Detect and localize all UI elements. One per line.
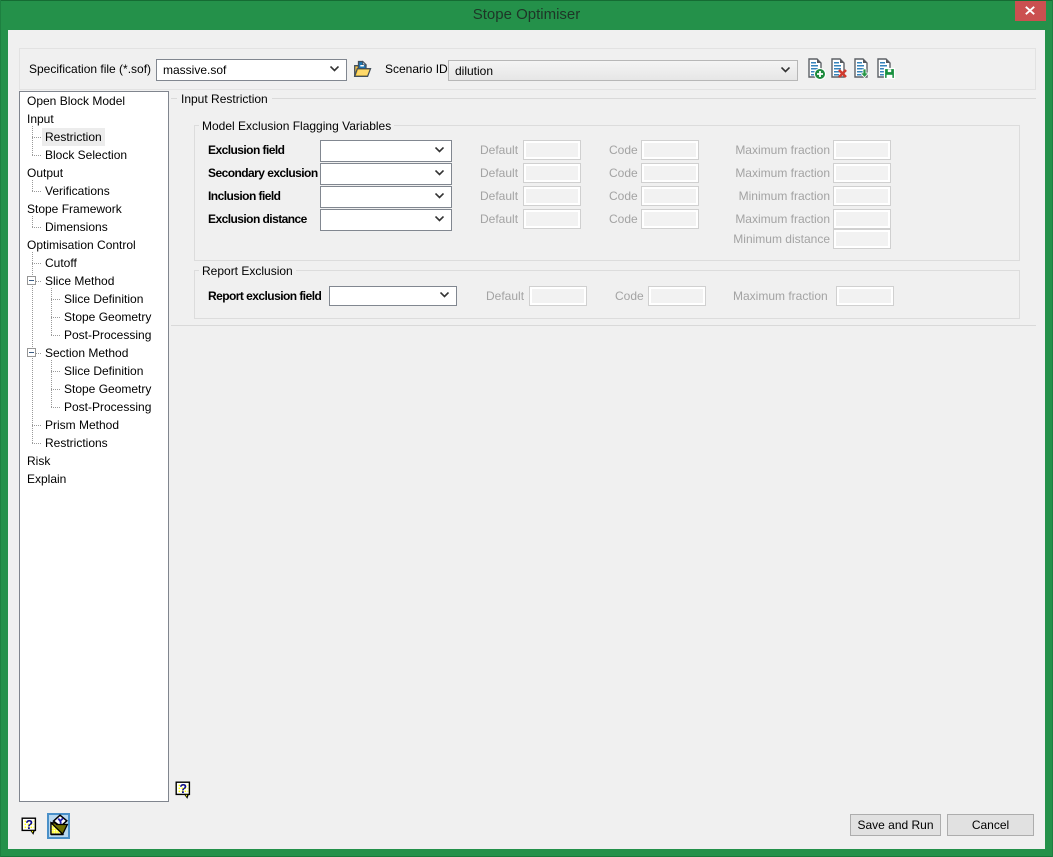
svg-text:?: ? (179, 782, 187, 796)
svg-text:?: ? (25, 818, 33, 832)
